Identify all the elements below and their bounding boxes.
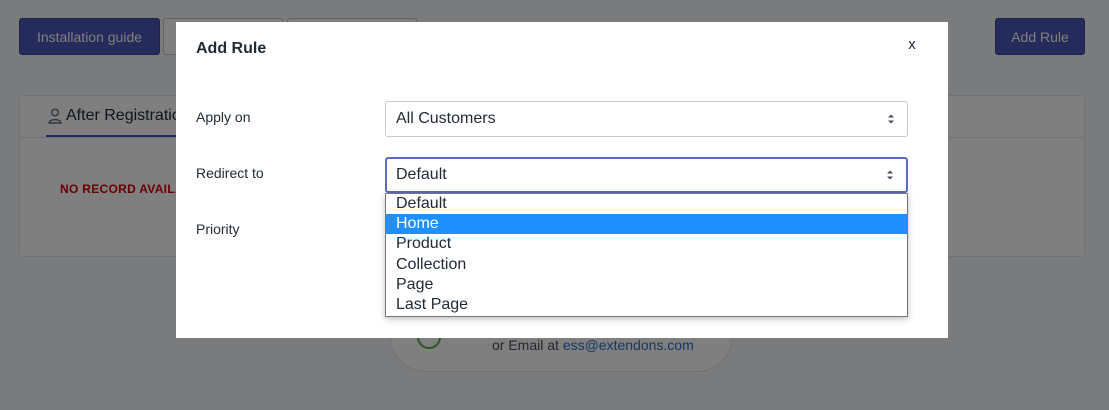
select-arrows-icon xyxy=(888,114,894,124)
option-home[interactable]: Home xyxy=(386,214,907,235)
apply-on-value: All Customers xyxy=(396,110,496,127)
apply-on-select[interactable]: All Customers xyxy=(385,101,908,137)
option-default[interactable]: Default xyxy=(386,194,907,214)
priority-label: Priority xyxy=(196,221,240,237)
apply-on-label: Apply on xyxy=(196,109,251,125)
option-product[interactable]: Product xyxy=(386,234,907,254)
redirect-to-select[interactable]: Default xyxy=(385,157,908,193)
modal-title: Add Rule xyxy=(196,40,267,57)
redirect-to-dropdown: Default Home Product Collection Page Las… xyxy=(385,193,908,317)
redirect-to-value: Default xyxy=(396,166,447,183)
select-arrows-icon xyxy=(887,170,893,180)
option-collection[interactable]: Collection xyxy=(386,255,907,275)
option-page[interactable]: Page xyxy=(386,275,907,295)
close-button[interactable]: x xyxy=(902,36,922,56)
option-last-page[interactable]: Last Page xyxy=(386,295,907,315)
redirect-to-label: Redirect to xyxy=(196,165,264,181)
